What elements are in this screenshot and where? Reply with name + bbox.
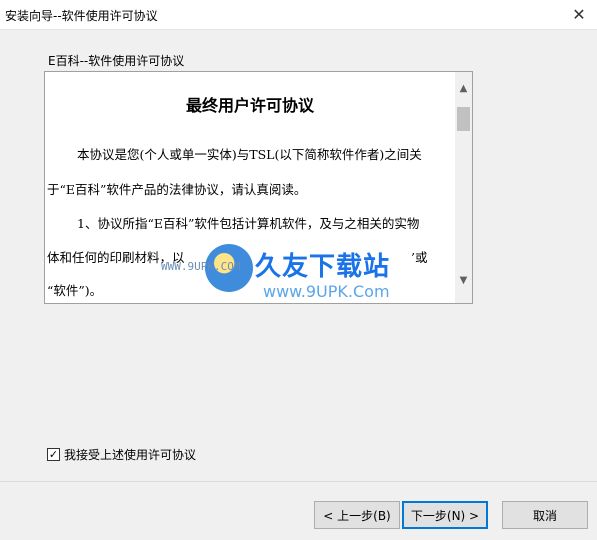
scroll-thumb[interactable] [457,107,470,131]
license-line: 1、协议所指“E百科”软件包括计算机软件，及与之相关的实物 [77,216,420,231]
license-line: 于“E百科”软件产品的法律协议，请认真阅读。 [47,182,307,197]
watermark-url: WWW.9UPK.COM [161,260,241,273]
vertical-scrollbar[interactable]: ▲ ▼ [455,72,472,303]
next-button[interactable]: 下一步(N) > [402,501,488,529]
watermark-text: 久友下载站 [255,252,391,282]
license-line: 本协议是您(个人或单一实体)与TSL(以下简称软件作者)之间关 [77,147,422,162]
watermark-subtext: www.9UPK.Com [263,282,390,301]
cancel-button[interactable]: 取消 [502,501,588,529]
section-label: E百科--软件使用许可协议 [48,54,185,68]
license-line: “软件”)。 [47,283,103,298]
license-title: 最终用户许可协议 [185,96,314,115]
separator [0,481,597,482]
window-title: 安装向导--软件使用许可协议 [5,9,158,23]
scroll-down-icon[interactable]: ▼ [455,272,472,289]
accept-label[interactable]: 我接受上述使用许可协议 [64,446,196,463]
accept-agreement[interactable]: ✓ 我接受上述使用许可协议 [47,446,196,463]
title-bar: 安装向导--软件使用许可协议 ✕ [0,0,597,30]
scroll-up-icon[interactable]: ▲ [455,80,472,97]
back-button[interactable]: < 上一步(B) [314,501,400,529]
close-icon[interactable]: ✕ [561,0,597,29]
watermark: WWW.9UPK.COM 久友下载站 www.9UPK.Com [155,240,415,318]
accept-checkbox[interactable]: ✓ [47,448,60,461]
